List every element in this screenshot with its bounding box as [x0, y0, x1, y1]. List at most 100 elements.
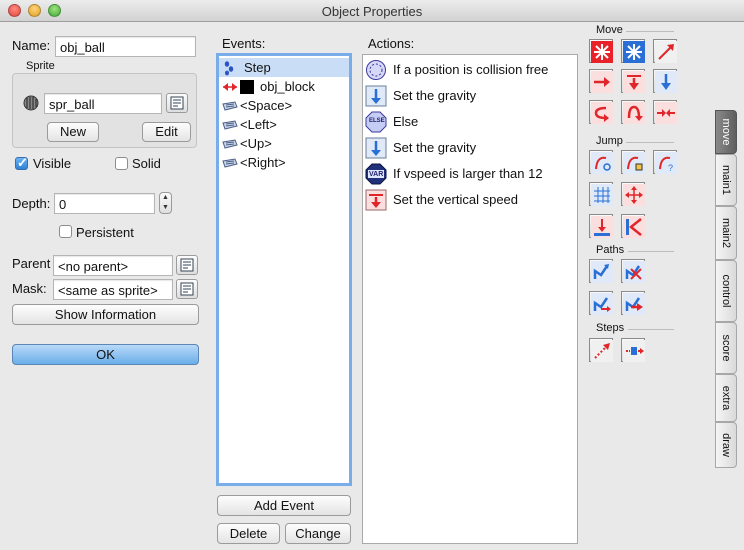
else-badge: ELSE	[369, 118, 385, 124]
speed-vertical-icon	[623, 71, 645, 93]
action-item[interactable]: ELSE Else	[363, 109, 577, 135]
new-sprite-button[interactable]: New	[47, 122, 99, 142]
event-label: obj_block	[260, 79, 315, 94]
tab-control[interactable]: control	[715, 260, 737, 322]
align-to-grid-icon	[591, 184, 613, 206]
tab-main2[interactable]: main2	[715, 206, 737, 260]
path-position-button[interactable]	[589, 291, 613, 315]
set-gravity-button[interactable]	[653, 69, 677, 93]
jump-to-position-button[interactable]	[589, 150, 613, 174]
depth-field[interactable]: 0	[54, 193, 155, 214]
parent-label: Parent	[12, 256, 51, 271]
event-item-key-space[interactable]: <Space>	[219, 96, 349, 115]
step-towards-icon	[591, 340, 613, 362]
tab-label: main2	[720, 218, 732, 248]
jump-to-random-button[interactable]: ?	[653, 150, 677, 174]
path-position-icon	[591, 293, 613, 315]
depth-stepper[interactable]: ▲ ▼	[159, 192, 172, 214]
action-item[interactable]: Set the vertical speed	[363, 187, 577, 213]
align-to-grid-button[interactable]	[589, 182, 613, 206]
move-to-contact-icon	[591, 216, 613, 238]
set-path-button[interactable]	[589, 259, 613, 283]
change-event-button[interactable]: Change	[285, 523, 351, 544]
move-free-button[interactable]	[621, 39, 645, 63]
collision-free-icon	[366, 60, 386, 80]
set-gravity-icon	[655, 71, 677, 93]
move-to-contact-button[interactable]	[589, 214, 613, 238]
name-field[interactable]: obj_ball	[55, 36, 196, 57]
parent-field[interactable]: <no parent>	[53, 255, 173, 276]
move-fixed-button[interactable]	[589, 39, 613, 63]
keyboard-icon	[222, 158, 238, 168]
event-item-key-left[interactable]: <Left>	[219, 115, 349, 134]
action-item[interactable]: Set the gravity	[363, 135, 577, 161]
section-paths-label: Paths	[596, 244, 625, 256]
parent-picker-button[interactable]	[176, 255, 198, 275]
keyboard-icon	[222, 101, 238, 111]
var-badge: VAR	[369, 171, 384, 178]
event-item-key-up[interactable]: <Up>	[219, 134, 349, 153]
speed-vertical-button[interactable]	[621, 69, 645, 93]
action-item[interactable]: If a position is collision free	[363, 57, 577, 83]
title-bar: Object Properties	[0, 0, 744, 22]
add-event-button[interactable]: Add Event	[217, 495, 351, 516]
action-label: Else	[393, 114, 419, 129]
sprite-field[interactable]: spr_ball	[44, 93, 162, 114]
tab-draw[interactable]: draw	[715, 422, 737, 468]
sprite-picker-button[interactable]	[166, 93, 188, 113]
persistent-label: Persistent	[76, 225, 134, 240]
jump-to-random-icon: ?	[655, 152, 677, 174]
tab-main1[interactable]: main1	[715, 154, 737, 206]
delete-event-button[interactable]: Delete	[217, 523, 280, 544]
section-divider	[626, 142, 674, 143]
action-item[interactable]: Set the gravity	[363, 83, 577, 109]
section-divider	[628, 329, 674, 330]
tab-extra[interactable]: extra	[715, 374, 737, 422]
solid-checkbox[interactable]	[115, 157, 128, 170]
persistent-checkbox[interactable]	[59, 225, 72, 238]
move-fixed-icon	[591, 41, 613, 63]
collision-icon	[223, 83, 237, 91]
gravity-icon	[365, 137, 387, 159]
action-item[interactable]: VAR If vspeed is larger than 12	[363, 161, 577, 187]
event-item-step[interactable]: Step	[219, 58, 349, 77]
wrap-screen-button[interactable]	[621, 182, 645, 206]
stepper-down-icon: ▼	[162, 204, 169, 211]
action-library: Move Jump ? Paths Steps	[586, 22, 716, 542]
mask-field[interactable]: <same as sprite>	[53, 279, 173, 300]
mask-label: Mask:	[12, 281, 47, 296]
event-item-key-right[interactable]: <Right>	[219, 153, 349, 172]
event-item-collision[interactable]: obj_block	[219, 77, 349, 96]
tab-label: score	[720, 334, 732, 362]
actions-list[interactable]: If a position is collision free Set the …	[362, 54, 578, 544]
set-friction-button[interactable]	[653, 100, 677, 124]
edit-sprite-button[interactable]: Edit	[142, 122, 191, 142]
tab-move[interactable]: move	[715, 110, 737, 154]
show-information-button[interactable]: Show Information	[12, 304, 199, 325]
step-towards-button[interactable]	[589, 338, 613, 362]
ok-button[interactable]: OK	[12, 344, 199, 365]
bounce-button[interactable]	[621, 214, 645, 238]
reverse-horizontal-button[interactable]	[589, 100, 613, 124]
jump-to-start-button[interactable]	[621, 150, 645, 174]
move-towards-button[interactable]	[653, 39, 677, 63]
path-speed-icon	[623, 293, 645, 315]
events-list[interactable]: Step obj_block <Space> <Left> <Up> <Righ…	[216, 53, 352, 486]
path-speed-button[interactable]	[621, 291, 645, 315]
section-steps-label: Steps	[596, 322, 625, 334]
action-label: If vspeed is larger than 12	[393, 166, 543, 181]
visible-checkbox[interactable]	[15, 155, 28, 171]
step-avoiding-button[interactable]	[621, 338, 645, 362]
sprite-thumbnail-icon	[23, 95, 39, 111]
end-path-button[interactable]	[621, 259, 645, 283]
tab-score[interactable]: score	[715, 322, 737, 374]
jump-to-start-icon	[623, 152, 645, 174]
reverse-vertical-button[interactable]	[621, 100, 645, 124]
mask-picker-button[interactable]	[176, 279, 198, 299]
list-picker-icon	[170, 96, 184, 110]
sprite-group-label: Sprite	[26, 60, 55, 72]
step-icon	[224, 61, 234, 76]
speed-horizontal-button[interactable]	[589, 69, 613, 93]
end-path-icon	[623, 261, 645, 283]
gravity-icon	[365, 85, 387, 107]
